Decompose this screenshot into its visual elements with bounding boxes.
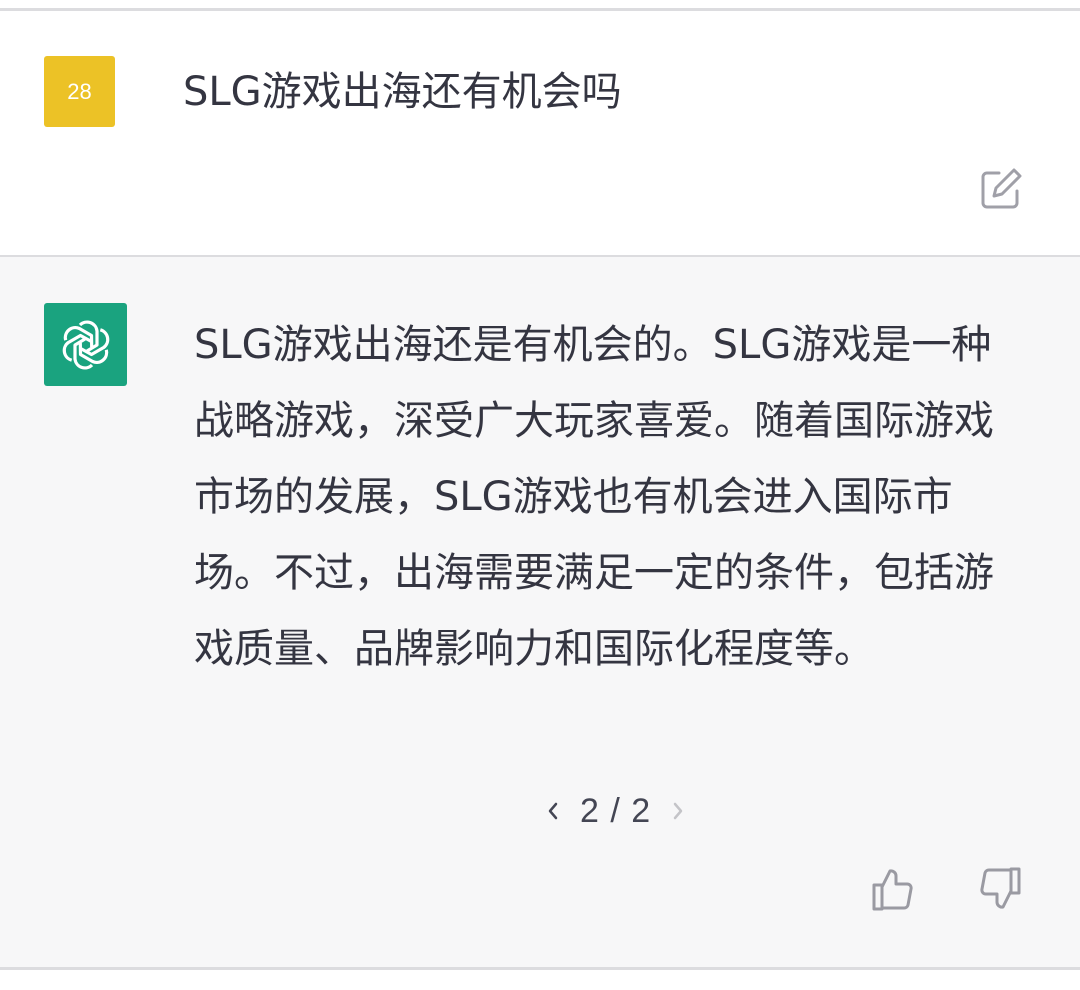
openai-logo-icon — [62, 319, 109, 370]
thumbs-down-button[interactable] — [975, 863, 1027, 915]
pager-label: 2 / 2 — [580, 791, 652, 830]
next-response-button[interactable] — [665, 787, 691, 835]
thumbs-up-button[interactable] — [866, 863, 918, 915]
chat-page: 28 SLG游戏出海还有机会吗 SLG游戏出海还是有机会的。SLG游戏是一种战略… — [0, 0, 1080, 990]
assistant-message: SLG游戏出海还是有机会的。SLG游戏是一种战略游戏，深受广大玩家喜爱。随着国际… — [0, 257, 1080, 967]
bottom-divider — [0, 967, 1080, 970]
user-avatar: 28 — [44, 56, 115, 127]
chevron-right-icon — [673, 802, 683, 820]
user-message: 28 SLG游戏出海还有机会吗 — [0, 11, 1080, 255]
thumbs-down-icon — [980, 867, 1021, 909]
previous-response-button[interactable] — [540, 787, 566, 835]
user-message-text: SLG游戏出海还有机会吗 — [183, 69, 622, 115]
edit-button[interactable] — [977, 165, 1025, 213]
chevron-left-icon — [548, 802, 558, 820]
assistant-avatar — [44, 303, 127, 386]
response-pager: 2 / 2 — [540, 787, 691, 835]
assistant-message-text: SLG游戏出海还是有机会的。SLG游戏是一种战略游戏，深受广大玩家喜爱。随着国际… — [194, 322, 994, 672]
thumbs-up-icon — [872, 869, 913, 911]
edit-icon — [981, 168, 1022, 209]
